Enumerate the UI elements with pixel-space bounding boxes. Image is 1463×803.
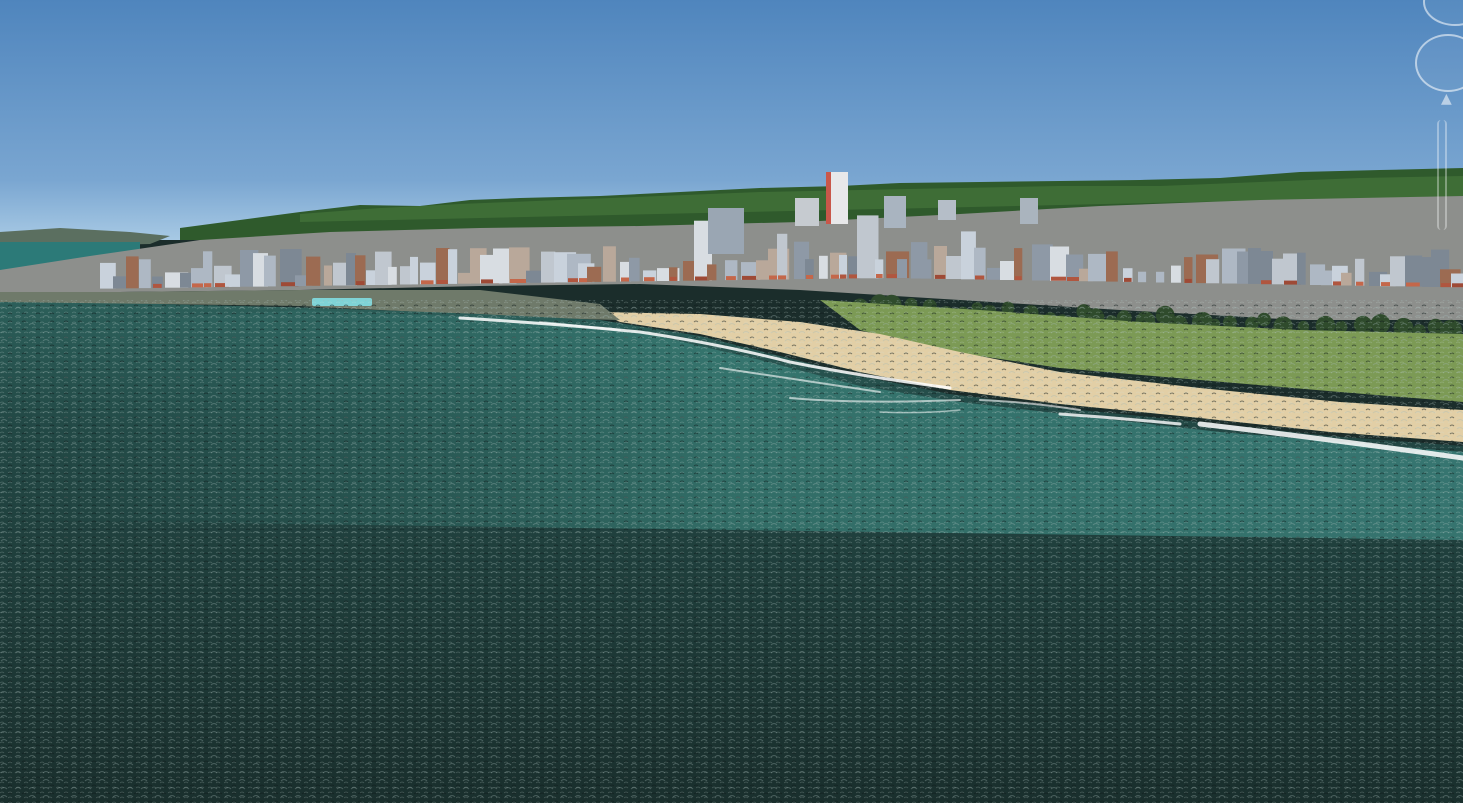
roof xyxy=(437,280,448,284)
building xyxy=(1106,251,1118,282)
building xyxy=(400,266,412,285)
building xyxy=(1156,271,1165,283)
roof xyxy=(621,277,630,282)
building xyxy=(458,272,471,284)
building xyxy=(921,259,932,279)
building xyxy=(777,233,788,280)
building xyxy=(603,246,616,282)
tower-building xyxy=(795,198,819,226)
building xyxy=(1405,255,1423,287)
roof xyxy=(935,274,946,279)
roof xyxy=(806,275,814,279)
building xyxy=(1321,270,1333,286)
building xyxy=(410,256,418,285)
building xyxy=(264,255,276,287)
roof xyxy=(876,274,883,278)
roof xyxy=(1051,276,1067,281)
map-3d-viewport[interactable]: ▲ xyxy=(0,0,1463,803)
roof xyxy=(421,280,434,285)
building xyxy=(1237,251,1250,284)
tower-building xyxy=(708,208,744,254)
building xyxy=(629,257,640,282)
roof xyxy=(778,275,787,280)
building xyxy=(306,256,321,286)
roof xyxy=(742,275,758,280)
building xyxy=(324,265,333,286)
building xyxy=(1171,265,1181,283)
building xyxy=(388,266,397,285)
roof xyxy=(204,283,212,288)
building xyxy=(1032,244,1053,281)
building xyxy=(225,274,241,287)
building xyxy=(587,266,602,282)
compass-ring-icon[interactable] xyxy=(1423,0,1463,26)
building xyxy=(974,247,986,280)
navigation-controls[interactable]: ▲ xyxy=(1415,0,1463,240)
roof xyxy=(1185,278,1192,283)
roof xyxy=(1124,277,1132,282)
building xyxy=(203,251,213,288)
look-joystick-icon[interactable] xyxy=(1415,34,1463,92)
building xyxy=(436,248,450,284)
building xyxy=(1341,272,1352,286)
tower-side xyxy=(826,172,831,224)
tower-building xyxy=(938,200,956,220)
building xyxy=(355,255,366,286)
aerial-coastline-scene[interactable] xyxy=(0,0,1463,803)
tower-building xyxy=(884,196,906,228)
ocean-texture-fine xyxy=(0,300,1463,803)
roof xyxy=(1015,276,1022,281)
roof xyxy=(1261,280,1272,285)
building xyxy=(819,255,828,279)
zoom-slider-icon[interactable] xyxy=(1437,120,1447,230)
roof xyxy=(644,277,655,282)
building xyxy=(448,249,458,284)
building xyxy=(1206,259,1220,284)
building xyxy=(707,264,717,281)
building xyxy=(1014,248,1023,281)
roof xyxy=(356,281,365,286)
building xyxy=(683,261,696,281)
building xyxy=(961,231,976,280)
roof xyxy=(1356,281,1364,286)
roof xyxy=(670,276,677,281)
building xyxy=(180,272,193,288)
building xyxy=(126,256,139,289)
roof xyxy=(975,275,985,280)
building xyxy=(1297,252,1306,285)
building xyxy=(1260,251,1273,285)
arrow-up-icon[interactable]: ▲ xyxy=(1441,92,1452,106)
building xyxy=(897,259,907,279)
building xyxy=(934,246,947,279)
roof xyxy=(726,276,736,281)
roof xyxy=(840,274,847,279)
building xyxy=(526,270,541,283)
roof xyxy=(510,279,527,283)
building xyxy=(1248,248,1261,284)
tower-building xyxy=(1020,198,1038,224)
building xyxy=(1138,271,1147,283)
building xyxy=(1355,258,1365,286)
roof xyxy=(153,283,162,288)
building xyxy=(541,251,556,283)
roof xyxy=(1067,277,1081,281)
roof xyxy=(1452,283,1463,288)
building xyxy=(139,259,151,289)
building xyxy=(346,253,356,286)
roof xyxy=(1406,282,1420,287)
building xyxy=(756,260,770,280)
